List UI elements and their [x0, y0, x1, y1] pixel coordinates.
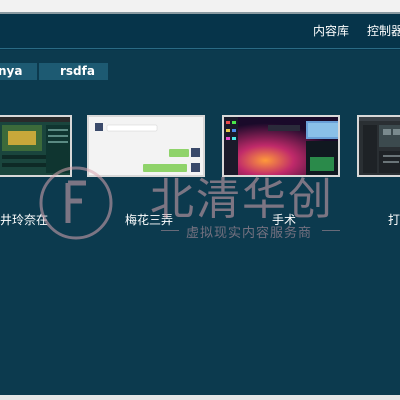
- watermark-dash-right: [322, 230, 340, 231]
- watermark-dash-left: [161, 230, 179, 231]
- window-top-strip: [0, 0, 400, 12]
- header-divider: [0, 48, 400, 49]
- app-window-preview: [0, 117, 70, 175]
- bottom-strip: [0, 395, 400, 400]
- desktop-game-preview: [224, 117, 338, 175]
- content-thumbnail[interactable]: [222, 115, 340, 177]
- nav-content-library[interactable]: 内容库: [313, 22, 349, 39]
- content-thumbnail[interactable]: [87, 115, 205, 177]
- editor-preview: [359, 117, 400, 175]
- thumbnail-caption: 梅花三弄: [125, 213, 174, 227]
- tab-nya[interactable]: nya: [0, 63, 37, 80]
- content-thumbnail[interactable]: [0, 115, 72, 177]
- chat-window-preview: [89, 117, 203, 175]
- thumbnail-caption: 井玲奈在: [0, 213, 49, 227]
- tab-rsdfa[interactable]: rsdfa: [39, 63, 108, 80]
- nav-controller[interactable]: 控制器: [367, 22, 400, 39]
- app-window: 内容库 控制器 nya rsdfa 井玲奈在 梅花三弄 手术 打 北清华创 虚拟…: [0, 0, 400, 400]
- content-thumbnail[interactable]: [357, 115, 400, 177]
- thumbnail-caption: 打: [388, 213, 400, 227]
- thumbnail-caption: 手术: [272, 213, 297, 227]
- watermark: 北清华创 虚拟现实内容服务商: [0, 0, 400, 400]
